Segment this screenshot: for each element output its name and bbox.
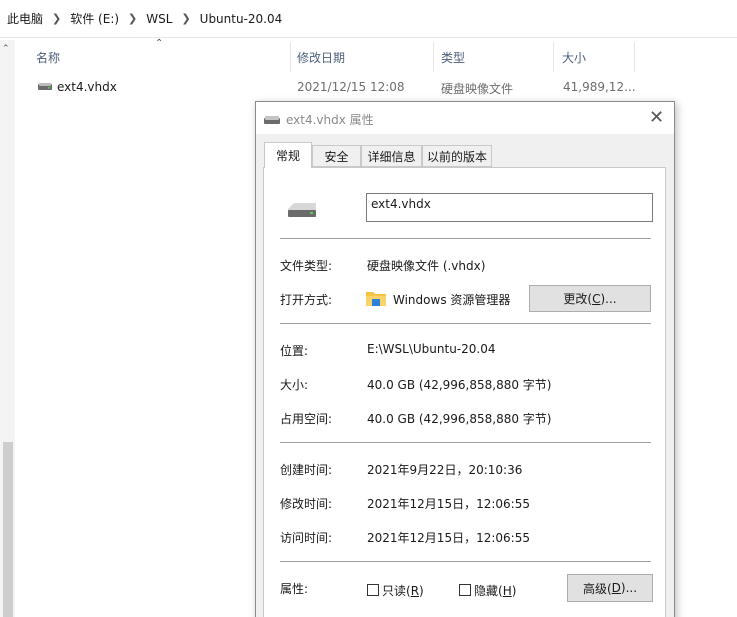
breadcrumb-item-drive-e[interactable]: 软件 (E:) <box>70 10 119 27</box>
file-row[interactable]: ext4.vhdx 2021/12/15 12:08 硬盘映像文件 41,989… <box>30 76 640 98</box>
divider <box>280 238 651 239</box>
file-name: ext4.vhdx <box>57 80 117 94</box>
breadcrumb: 此电脑 ❯ 软件 (E:) ❯ WSL ❯ Ubuntu-20.04 <box>0 0 737 38</box>
drive-icon <box>264 116 280 124</box>
tab-general[interactable]: 常规 <box>264 142 312 168</box>
open-with-label: 打开方式: <box>280 293 333 307</box>
dialog-titlebar[interactable]: ext4.vhdx 属性 ✕ <box>256 102 674 134</box>
breadcrumb-item-ubuntu[interactable]: Ubuntu-20.04 <box>200 12 283 26</box>
open-with-value: Windows 资源管理器 <box>393 293 511 307</box>
change-button[interactable]: 更改(C)... <box>529 285 651 312</box>
size-on-disk-label: 占用空间: <box>280 412 333 426</box>
column-header-size[interactable]: 大小 <box>562 42 586 72</box>
file-type-label: 文件类型: <box>280 259 333 273</box>
file-type-value: 硬盘映像文件 (.vhdx) <box>367 259 486 273</box>
drive-icon <box>38 83 52 90</box>
breadcrumb-item-wsl[interactable]: WSL <box>146 12 172 26</box>
attributes-label: 属性: <box>280 582 309 596</box>
created-value: 2021年9月22日，20:10:36 <box>367 463 523 477</box>
divider <box>280 442 651 443</box>
tab-security[interactable]: 安全 <box>312 145 361 167</box>
hidden-label[interactable]: 隐藏(H) <box>474 582 516 599</box>
chevron-right-icon: ❯ <box>52 12 62 25</box>
close-icon[interactable]: ✕ <box>649 107 664 128</box>
accessed-label: 访问时间: <box>280 531 333 545</box>
file-modified: 2021/12/15 12:08 <box>297 80 405 94</box>
breadcrumb-item-this-pc[interactable]: 此电脑 <box>7 10 43 27</box>
tab-previous-versions[interactable]: 以前的版本 <box>422 145 492 167</box>
column-divider[interactable] <box>290 42 291 72</box>
location-value: E:\WSL\Ubuntu-20.04 <box>367 342 496 356</box>
column-header-name[interactable]: 名称 <box>36 42 60 72</box>
dialog-title: ext4.vhdx 属性 <box>286 113 374 127</box>
created-label: 创建时间: <box>280 463 333 477</box>
column-divider[interactable] <box>433 42 434 72</box>
readonly-label[interactable]: 只读(R) <box>382 582 424 599</box>
file-type: 硬盘映像文件 <box>441 82 514 96</box>
divider <box>280 323 651 324</box>
size-on-disk-value: 40.0 GB (42,996,858,880 字节) <box>367 412 552 426</box>
column-header-modified[interactable]: 修改日期 <box>297 42 345 72</box>
advanced-button[interactable]: 高级(D)... <box>567 574 653 602</box>
chevron-right-icon: ❯ <box>128 12 138 25</box>
vertical-scrollbar[interactable]: ⌃ <box>0 40 15 617</box>
accessed-value: 2021年12月15日，12:06:55 <box>367 531 530 545</box>
modified-value: 2021年12月15日，12:06:55 <box>367 497 530 511</box>
tab-details[interactable]: 详细信息 <box>361 145 422 167</box>
properties-dialog: ext4.vhdx 属性 ✕ 常规 安全 详细信息 以前的版本 ext4.vhd… <box>255 101 675 617</box>
hidden-checkbox[interactable] <box>459 584 471 596</box>
chevron-right-icon: ❯ <box>181 12 191 25</box>
file-size: 41,989,12... <box>563 80 636 94</box>
divider <box>280 561 651 562</box>
size-value: 40.0 GB (42,996,858,880 字节) <box>367 378 552 392</box>
folder-icon <box>366 292 386 306</box>
general-tab-panel: ext4.vhdx 文件类型: 硬盘映像文件 (.vhdx) 打开方式: Win… <box>263 167 666 617</box>
scroll-up-icon[interactable]: ⌃ <box>2 44 10 54</box>
column-header-type[interactable]: 类型 <box>441 42 465 72</box>
scroll-thumb[interactable] <box>3 442 13 617</box>
drive-icon <box>288 203 316 217</box>
column-divider[interactable] <box>634 42 635 72</box>
location-label: 位置: <box>280 344 309 358</box>
modified-label: 修改时间: <box>280 497 333 511</box>
readonly-checkbox[interactable] <box>367 584 379 596</box>
filename-input[interactable]: ext4.vhdx <box>366 193 653 222</box>
sort-ascending-icon: ⌃ <box>155 38 164 49</box>
column-divider[interactable] <box>553 42 554 72</box>
size-label: 大小: <box>280 378 309 392</box>
